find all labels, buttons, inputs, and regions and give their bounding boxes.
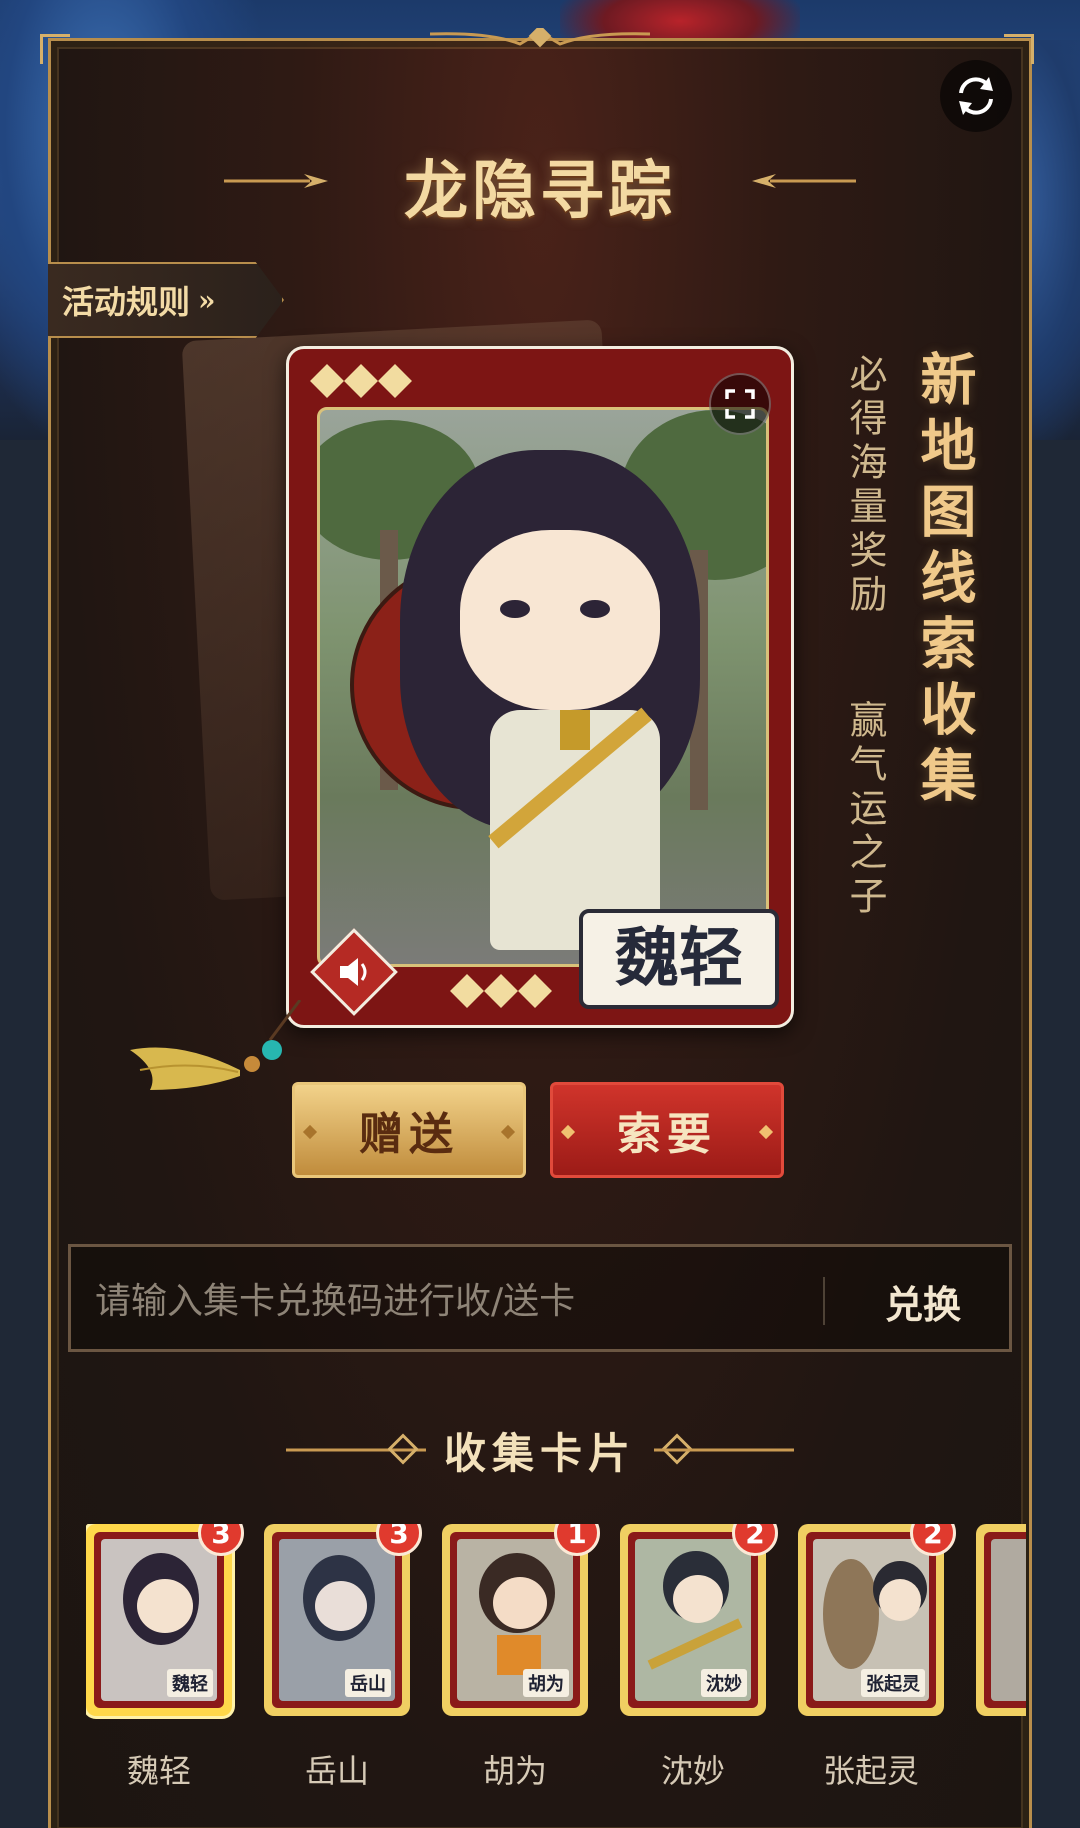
card-label: 胡为 <box>482 1752 547 1790</box>
refresh-button[interactable] <box>940 60 1012 132</box>
card-label: 沈妙 <box>660 1752 725 1790</box>
tassel-decoration <box>130 1000 302 1090</box>
card-tag: 魏轻 <box>167 1669 213 1697</box>
slogan-big: 新地图线索收集 <box>911 350 977 812</box>
redeem-code-input[interactable] <box>95 1273 775 1329</box>
panel-corner-ornament <box>1004 34 1034 64</box>
expand-icon <box>725 389 755 419</box>
card-name: 魏轻 <box>579 909 779 1009</box>
redeem-code-box: 兑换 <box>68 1244 1012 1352</box>
card-artwork <box>317 407 769 967</box>
gift-button-label: 赠送 <box>359 1109 459 1160</box>
card-tag: 岳山 <box>345 1669 391 1697</box>
collection-title-ornament-right <box>654 1448 794 1452</box>
card-label: 张起灵 <box>822 1752 919 1790</box>
speaker-icon <box>340 958 367 986</box>
collection-card[interactable]: 古 <box>976 1524 1026 1716</box>
collection-card[interactable]: 魏轻 3 魏轻 <box>86 1524 244 1790</box>
card-label: 古 <box>956 1746 1026 1792</box>
card-label: 岳山 <box>304 1752 369 1790</box>
title-block: 龙隐寻踪 <box>224 140 856 229</box>
collection-card[interactable]: 张起灵 2 张起灵 <box>798 1524 956 1790</box>
double-chevron-right-icon: » <box>198 283 216 317</box>
collection-title: 收集卡片 <box>443 1429 636 1478</box>
card-diamonds-bottom <box>450 974 552 1008</box>
collection-card[interactable]: 岳山 3 岳山 <box>264 1524 422 1790</box>
card-label: 魏轻 <box>126 1752 191 1790</box>
card-frame <box>976 1524 1026 1716</box>
main-card[interactable]: 魏轻 <box>286 346 794 1028</box>
refresh-icon <box>959 77 993 115</box>
title-arrow-right <box>752 174 856 188</box>
request-button[interactable]: 索要 <box>550 1082 784 1178</box>
card-tag: 沈妙 <box>701 1669 747 1697</box>
card-tag: 张起灵 <box>861 1669 925 1697</box>
redeem-button[interactable]: 兑换 <box>861 1271 985 1331</box>
gift-button[interactable]: 赠送 <box>292 1082 526 1178</box>
slogan-small-1: 必得海量奖励 <box>843 354 887 618</box>
top-ornament <box>430 28 650 48</box>
collection-card[interactable]: 胡为 1 胡为 <box>442 1524 600 1790</box>
slogan-small-2: 赢气运之子 <box>843 700 887 920</box>
collection-card[interactable]: 沈妙 2 沈妙 <box>620 1524 778 1790</box>
divider <box>823 1277 825 1325</box>
expand-button[interactable] <box>709 373 771 435</box>
request-button-label: 索要 <box>617 1109 717 1160</box>
rules-tab-label: 活动规则 <box>62 283 191 321</box>
card-collection-list: 魏轻 3 魏轻 岳山 3 岳山 胡为 1 胡为 沈妙 2 沈妙 张起灵 2 张起… <box>86 1524 1026 1794</box>
card-tag: 胡为 <box>523 1669 569 1697</box>
card-diamonds-top <box>310 364 412 398</box>
panel-corner-ornament <box>40 34 70 64</box>
rules-tab[interactable]: 活动规则 » <box>48 262 284 338</box>
